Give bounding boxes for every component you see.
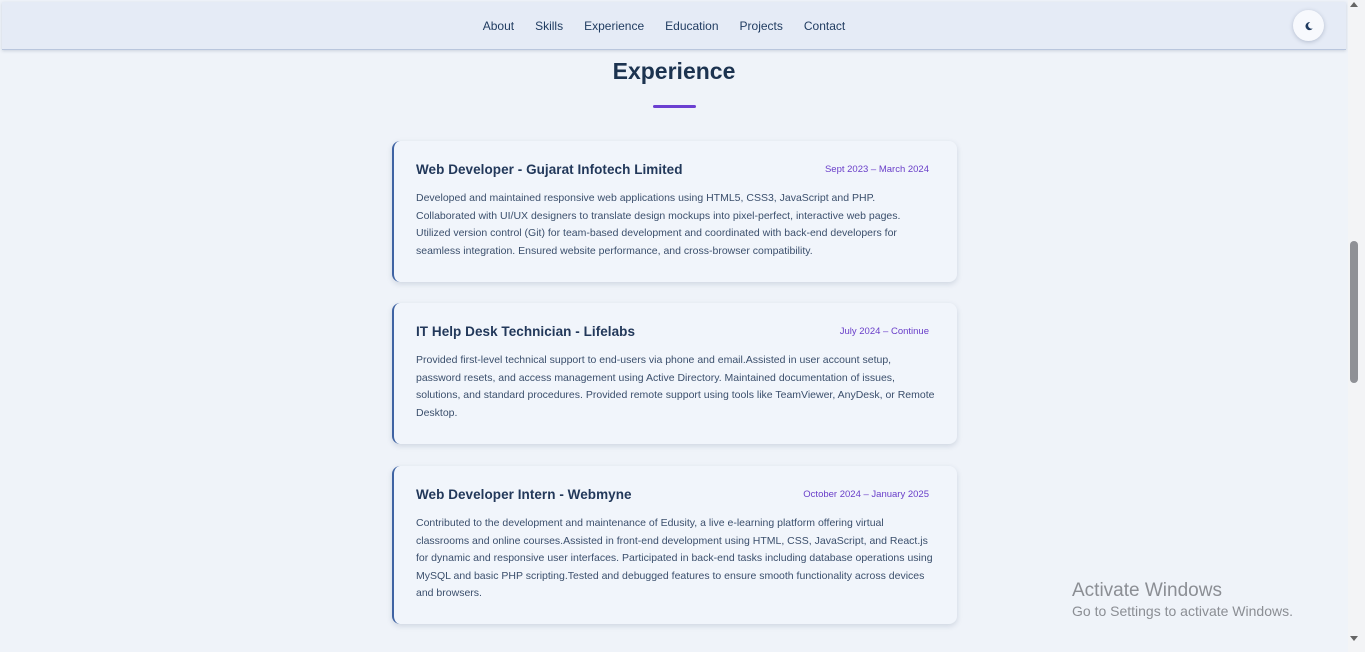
scrollbar-thumb[interactable] [1350,241,1358,383]
card-header: Web Developer - Gujarat Infotech Limited… [416,162,935,177]
job-description: Provided first-level technical support t… [416,354,935,419]
job-title: IT Help Desk Technician - Lifelabs [416,324,636,339]
moon-icon [1305,21,1313,30]
theme-toggle-button[interactable] [1293,10,1324,41]
job-title: Web Developer - Gujarat Infotech Limited [416,162,683,177]
watermark-title: Activate Windows [1072,580,1222,601]
experience-card: IT Help Desk Technician - Lifelabs July … [392,303,957,444]
scroll-down-arrow-icon[interactable] [1350,636,1358,641]
experience-card: Web Developer - Gujarat Infotech Limited… [392,141,957,282]
nav-link-projects[interactable]: Projects [729,19,793,33]
experience-card: Web Developer Intern - Webmyne October 2… [392,466,957,624]
card-header: IT Help Desk Technician - Lifelabs July … [416,324,935,339]
scroll-up-arrow-icon[interactable] [1350,2,1358,7]
job-date: July 2024 – Continue [839,326,929,337]
nav-link-skills[interactable]: Skills [525,19,574,33]
job-title: Web Developer Intern - Webmyne [416,487,632,502]
title-underline [653,105,696,108]
job-date: October 2024 – January 2025 [803,489,929,500]
nav-link-education[interactable]: Education [655,19,729,33]
windows-activation-watermark: Activate Windows Go to Settings to activ… [1072,579,1293,620]
nav-link-contact[interactable]: Contact [793,19,855,33]
nav-link-experience[interactable]: Experience [574,19,655,33]
nav-links: About Skills Experience Education Projec… [472,19,856,33]
nav-link-about[interactable]: About [472,19,524,33]
page-viewport: About Skills Experience Education Projec… [0,0,1348,652]
top-navbar: About Skills Experience Education Projec… [2,2,1346,50]
card-header: Web Developer Intern - Webmyne October 2… [416,487,935,502]
job-description: Developed and maintained responsive web … [416,192,901,257]
section-title: Experience [612,58,736,84]
watermark-subtitle: Go to Settings to activate Windows. [1072,603,1293,619]
job-date: Sept 2023 – March 2024 [824,164,929,175]
job-description: Contributed to the development and maint… [416,517,933,599]
